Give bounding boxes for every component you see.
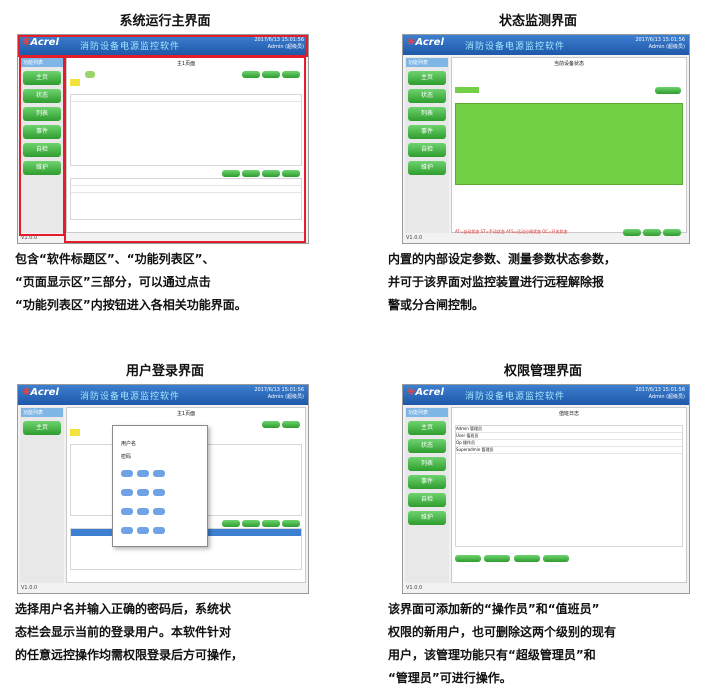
version-label: V1.0.0 [21,235,38,241]
section-title: 状态监测界面 [498,14,577,29]
acrel-logo: ❋Acrel [407,387,444,398]
status-legend: AT=自动状态 ST=手动状态 AFS=远动分闸状态 OC=开关状态 [455,229,683,236]
title-bar: ❋Acrel 消防设备电源监控软件 2017/6/13 15:01:56 Admi… [403,385,689,405]
menu-button-selftest[interactable]: 自检 [23,143,61,157]
section-title: 系统运行主界面 [119,14,211,29]
section-user-login: 用户登录界面 ❋Acrel 消防设备电源监控软件 2017/6/13 15:01… [15,350,315,700]
menu-button-events[interactable]: 事件 [408,475,446,489]
menu-button-maintain[interactable]: 维护 [408,511,446,525]
screenshot-status-monitor: ❋Acrel 消防设备电源监控软件 2017/6/13 15:01:56 Admi… [402,34,690,244]
title-bar: ❋Acrel 消防设备电源监控软件 2017/6/13 15:01:56 Admi… [403,35,689,55]
section-title: 权限管理界面 [503,364,582,379]
menu-label: 功能列表 [406,408,448,417]
menu-label: 功能列表 [406,58,448,67]
add-user-button[interactable] [455,555,481,562]
table-row[interactable]: Superadmin 管理员 [456,447,682,454]
section-permission-management: 权限管理界面 ❋Acrel 消防设备电源监控软件 2017/6/13 15:01… [388,350,698,700]
menu-button-list[interactable]: 列表 [23,107,61,121]
acrel-logo: ❋Acrel [407,37,444,48]
menu-button-home[interactable]: 主页 [408,421,446,435]
page-title: 值班日志 [558,411,579,417]
section-main-ui: 系统运行主界面 ❋Acrel 消防设备电源监控软件 2017/6/13 15:0… [15,0,315,340]
menu-button-home[interactable]: 主页 [23,71,61,85]
function-list: 功能列表 主页 [20,407,64,583]
function-list: 功能列表 主页 状态 列表 事件 自检 维护 [405,57,449,233]
function-list: 功能列表 主页 状态 列表 事件 自检 维护 [20,57,64,233]
section-title: 用户登录界面 [125,364,204,379]
menu-button-home[interactable]: 主页 [408,71,446,85]
table-row[interactable]: Op 操作员 [456,440,682,447]
acrel-logo: ❋Acrel [22,37,59,48]
screenshot-user-login: ❋Acrel 消防设备电源监控软件 2017/6/13 15:01:56 Admi… [17,384,309,594]
password-label: 密码 [121,454,132,460]
table-row[interactable]: User 值班员 [456,433,682,440]
caption: 选择用户名并输入正确的密码后，系统状 态栏会显示当前的登录用户。本软件针对 的任意远… [15,602,244,662]
menu-button-selftest[interactable]: 自检 [408,493,446,507]
page-display-area: 值班日志 Admin 管理员 User 值班员 Op 操作员 Superadmi… [451,407,687,583]
number-keypad[interactable] [113,464,207,540]
header-info: 2017/6/13 15:01:56 Admin (超级员) [635,387,685,400]
version-label: V1.0.0 [406,235,423,241]
page-display-area: 当前设备状态 AT=自动状态 ST=手动状态 AFS=远动分闸状态 OC=开关状… [451,57,687,236]
app-title: 消防设备电源监控软件 [80,392,181,402]
delete-user-button[interactable] [484,555,511,562]
page-display-area: 主1页面 [66,57,306,233]
caption: 内置的内部设定参数、测量参数状态参数， 并可于该界面对监控装置进行远程解除报 警或分… [388,252,617,312]
header-info: 2017/6/13 15:01:56 Admin (超级员) [635,37,685,50]
app-title: 消防设备电源监控软件 [465,392,566,402]
menu-button-selftest[interactable]: 自检 [408,143,446,157]
caption: 该界面可添加新的“操作员”和“值班员” 权限的新用户，也可删除这两个级别的现有 用户… [388,602,617,685]
acrel-logo: ❋Acrel [22,387,59,398]
menu-button-events[interactable]: 事件 [23,125,61,139]
menu-button-status[interactable]: 状态 [23,89,61,103]
menu-button-list[interactable]: 列表 [408,107,446,121]
page-title: 主1页面 [176,61,196,67]
app-title: 消防设备电源监控软件 [465,42,566,52]
header-info: 2017/6/13 15:01:56 Admin (超级员) [254,37,304,50]
app-title: 消防设备电源监控软件 [80,42,181,52]
page-title: 主1页面 [176,411,196,417]
username-label: 用户名 [121,441,137,447]
status-table [455,103,683,185]
menu-button-home[interactable]: 主页 [23,421,61,435]
permission-settings-button[interactable] [542,555,569,562]
title-bar: ❋Acrel 消防设备电源监控软件 2017/6/13 15:01:56 Admi… [18,385,308,405]
edit-user-button[interactable] [513,555,540,562]
menu-button-maintain[interactable]: 维护 [23,161,61,175]
menu-button-list[interactable]: 列表 [408,457,446,471]
section-status-monitor: 状态监测界面 ❋Acrel 消防设备电源监控软件 2017/6/13 15:01… [388,0,690,340]
table-header-row [71,95,301,102]
function-list: 功能列表 主页 状态 列表 事件 自检 维护 [405,407,449,583]
version-label: V1.0.0 [21,585,38,591]
menu-button-events[interactable]: 事件 [408,125,446,139]
menu-button-status[interactable]: 状态 [408,89,446,103]
title-bar: ❋Acrel 消防设备电源监控软件 2017/6/13 15:01:56 Admi… [18,35,308,55]
menu-button-maintain[interactable]: 维护 [408,161,446,175]
caption: 包含“软件标题区”、“功能列表区”、 “页面显示区”三部分，可以通过点击 “功能列表… [15,252,247,312]
menu-label: 功能列表 [21,58,63,67]
menu-button-status[interactable]: 状态 [408,439,446,453]
version-label: V1.0.0 [406,585,423,591]
screenshot-permission-management: ❋Acrel 消防设备电源监控软件 2017/6/13 15:01:56 Admi… [402,384,690,594]
permission-buttons [455,555,683,562]
menu-label: 功能列表 [21,408,63,417]
screenshot-main-ui: ❋Acrel 消防设备电源监控软件 2017/6/13 15:01:56 Admi… [17,34,309,244]
table-row[interactable]: Admin 管理员 [456,426,682,433]
header-info: 2017/6/13 15:01:56 Admin (超级员) [254,387,304,400]
page-title: 当前设备状态 [553,61,584,67]
user-table: Admin 管理员 User 值班员 Op 操作员 Superadmin 管理员 [455,425,683,547]
login-dialog[interactable]: 用户名 密码 [112,425,208,547]
